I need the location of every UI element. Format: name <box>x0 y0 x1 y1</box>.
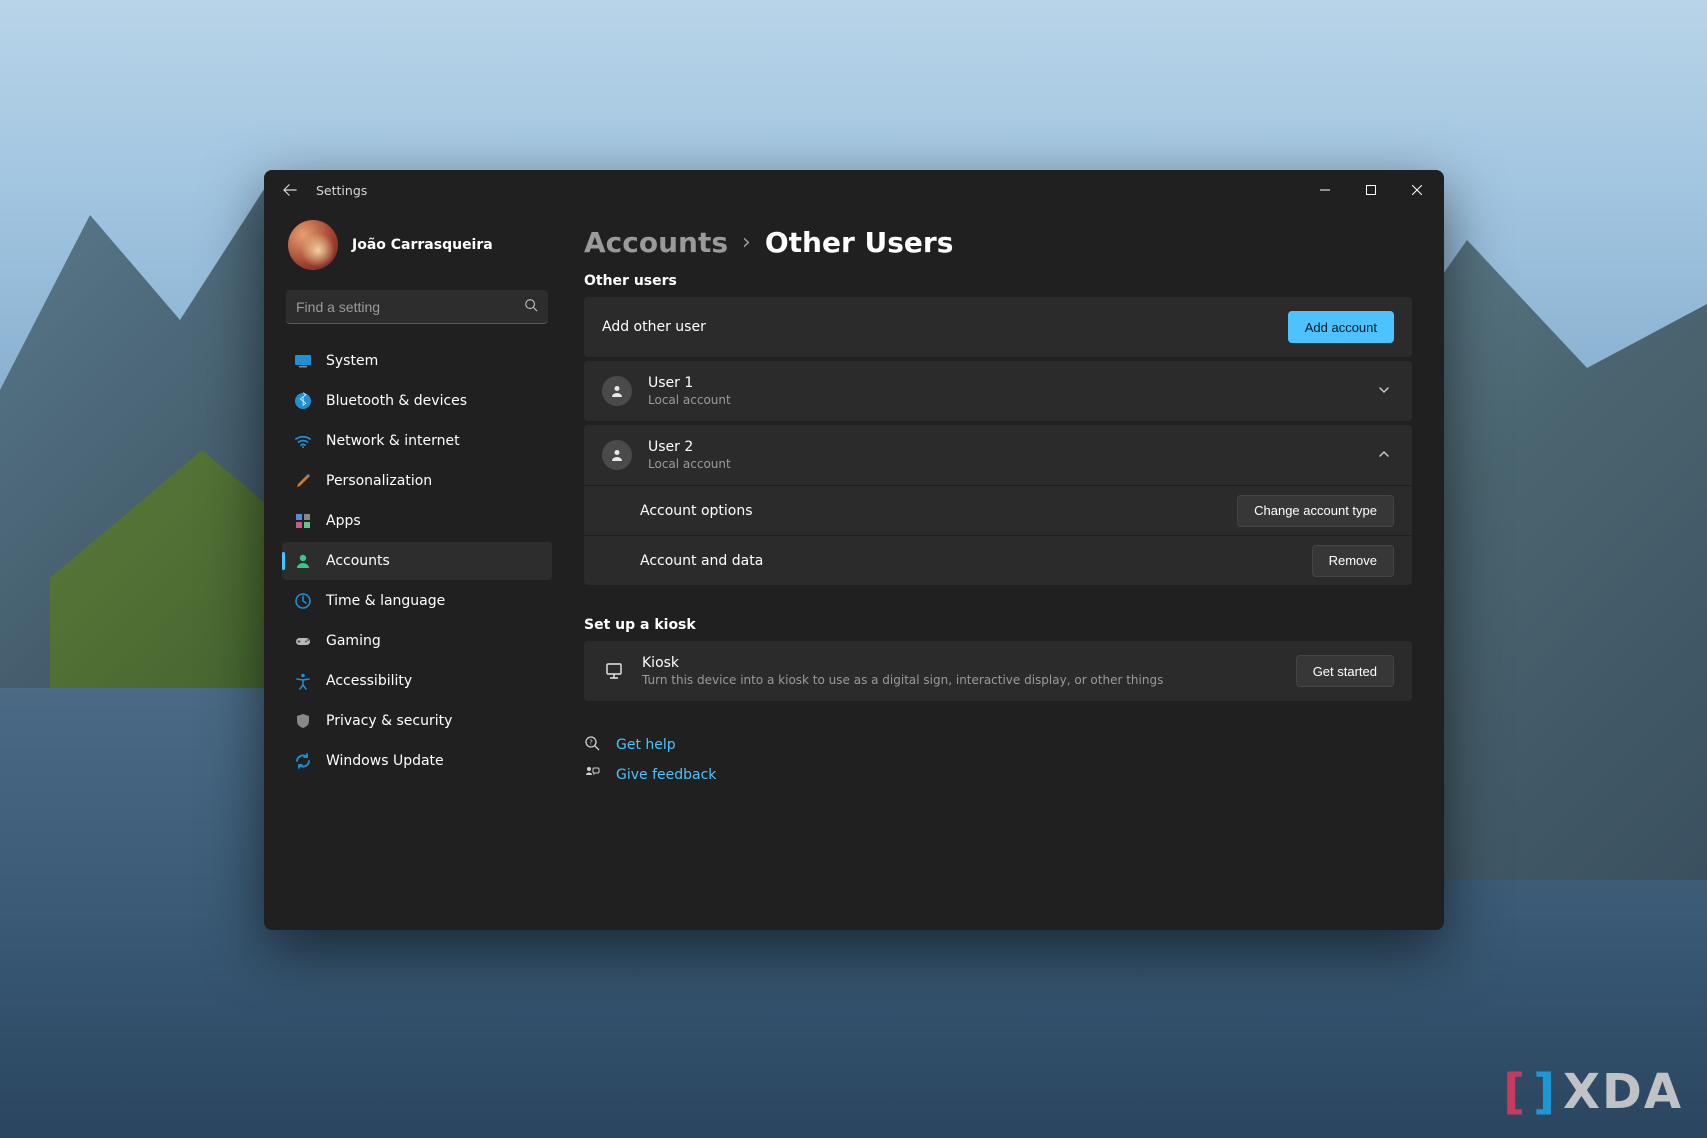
user-type-label: Local account <box>648 457 731 471</box>
chevron-up-icon <box>1374 446 1394 465</box>
sidebar-item-accessibility[interactable]: Accessibility <box>282 662 552 700</box>
sidebar-item-label: Apps <box>326 513 361 529</box>
page-title: Other Users <box>765 226 954 259</box>
account-data-label: Account and data <box>640 553 763 569</box>
section-heading-kiosk: Set up a kiosk <box>584 617 1412 633</box>
avatar <box>288 220 338 270</box>
account-options-label: Account options <box>640 503 753 519</box>
maximize-button[interactable] <box>1348 174 1394 206</box>
sidebar: João Carrasqueira System Bluetooth & dev… <box>264 210 564 930</box>
sidebar-item-label: Privacy & security <box>326 713 452 729</box>
search-box[interactable] <box>286 290 548 324</box>
sidebar-item-label: Windows Update <box>326 753 444 769</box>
give-feedback-link[interactable]: Give feedback <box>584 761 1412 789</box>
nav: System Bluetooth & devices Network & int… <box>282 342 552 780</box>
kiosk-title: Kiosk <box>642 655 1163 671</box>
sidebar-item-time-language[interactable]: Time & language <box>282 582 552 620</box>
update-icon <box>294 752 312 770</box>
get-help-label: Get help <box>616 737 676 753</box>
breadcrumb: Accounts › Other Users <box>584 226 1412 259</box>
kiosk-icon <box>602 662 626 680</box>
add-account-button[interactable]: Add account <box>1288 311 1394 343</box>
watermark: [] XDA <box>1503 1064 1683 1120</box>
breadcrumb-root[interactable]: Accounts <box>584 226 728 259</box>
chevron-down-icon <box>1374 382 1394 401</box>
sidebar-item-gaming[interactable]: Gaming <box>282 622 552 660</box>
feedback-icon <box>584 765 602 785</box>
sidebar-item-windows-update[interactable]: Windows Update <box>282 742 552 780</box>
minimize-button[interactable] <box>1302 174 1348 206</box>
user-name-label: User 2 <box>648 439 731 455</box>
change-account-type-button[interactable]: Change account type <box>1237 495 1394 527</box>
user-profile[interactable]: João Carrasqueira <box>282 214 552 284</box>
paintbrush-icon <box>294 472 312 490</box>
system-icon <box>294 352 312 370</box>
gamepad-icon <box>294 632 312 650</box>
section-heading-other-users: Other users <box>584 273 1412 289</box>
account-options-row: Account options Change account type <box>584 485 1412 535</box>
sidebar-item-label: System <box>326 353 378 369</box>
apps-icon <box>294 512 312 530</box>
give-feedback-label: Give feedback <box>616 767 716 783</box>
user-name-label: User 1 <box>648 375 731 391</box>
sidebar-item-network[interactable]: Network & internet <box>282 422 552 460</box>
sidebar-item-accounts[interactable]: Accounts <box>282 542 552 580</box>
sidebar-item-label: Network & internet <box>326 433 460 449</box>
close-icon <box>1412 185 1422 195</box>
content-area: Accounts › Other Users Other users Add o… <box>564 210 1444 930</box>
person-circle-icon <box>602 440 632 470</box>
sidebar-item-label: Time & language <box>326 593 445 609</box>
add-other-user-label: Add other user <box>602 319 706 335</box>
sidebar-item-label: Gaming <box>326 633 381 649</box>
sidebar-item-system[interactable]: System <box>282 342 552 380</box>
accessibility-icon <box>294 672 312 690</box>
remove-button[interactable]: Remove <box>1312 545 1394 577</box>
settings-window: Settings João Carrasqueira <box>264 170 1444 930</box>
watermark-text: XDA <box>1563 1064 1683 1120</box>
kiosk-card: Kiosk Turn this device into a kiosk to u… <box>584 641 1412 701</box>
get-started-button[interactable]: Get started <box>1296 655 1394 687</box>
get-help-link[interactable]: ? Get help <box>584 731 1412 759</box>
sidebar-item-bluetooth[interactable]: Bluetooth & devices <box>282 382 552 420</box>
search-icon <box>524 297 538 316</box>
wifi-icon <box>294 432 312 450</box>
user-row-user1[interactable]: User 1 Local account <box>584 361 1412 421</box>
add-other-user-card: Add other user Add account <box>584 297 1412 357</box>
sidebar-item-label: Bluetooth & devices <box>326 393 467 409</box>
sidebar-item-label: Accounts <box>326 553 390 569</box>
sidebar-item-label: Personalization <box>326 473 432 489</box>
sidebar-item-apps[interactable]: Apps <box>282 502 552 540</box>
search-input[interactable] <box>296 299 524 315</box>
user-name: João Carrasqueira <box>352 237 493 253</box>
user-row-user2-header[interactable]: User 2 Local account <box>584 425 1412 485</box>
user-type-label: Local account <box>648 393 731 407</box>
account-data-row: Account and data Remove <box>584 535 1412 585</box>
close-button[interactable] <box>1394 174 1440 206</box>
clock-globe-icon <box>294 592 312 610</box>
titlebar: Settings <box>264 170 1444 210</box>
kiosk-subtitle: Turn this device into a kiosk to use as … <box>642 673 1163 687</box>
back-button[interactable] <box>272 172 308 208</box>
sidebar-item-label: Accessibility <box>326 673 412 689</box>
bluetooth-icon <box>294 392 312 410</box>
svg-text:?: ? <box>589 739 593 747</box>
window-title: Settings <box>316 183 367 198</box>
person-icon <box>294 552 312 570</box>
user-row-user2: User 2 Local account Account options Cha… <box>584 425 1412 585</box>
minimize-icon <box>1320 185 1330 195</box>
maximize-icon <box>1366 185 1376 195</box>
sidebar-item-personalization[interactable]: Personalization <box>282 462 552 500</box>
person-circle-icon <box>602 376 632 406</box>
chevron-right-icon: › <box>742 230 751 255</box>
sidebar-item-privacy[interactable]: Privacy & security <box>282 702 552 740</box>
help-icon: ? <box>584 735 602 755</box>
shield-icon <box>294 712 312 730</box>
arrow-left-icon <box>283 183 297 197</box>
